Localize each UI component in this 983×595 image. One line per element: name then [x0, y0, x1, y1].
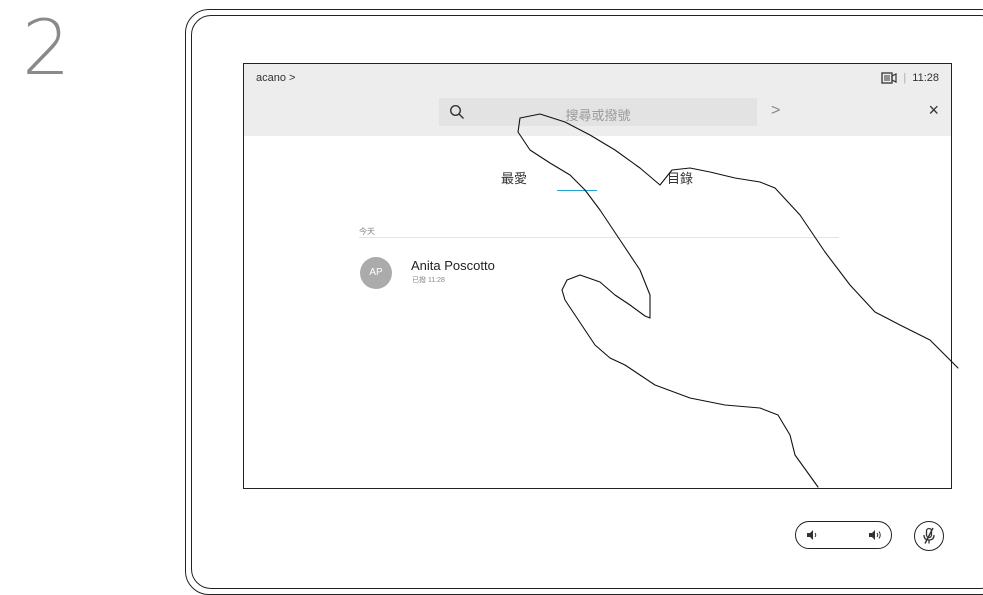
microphone-mute-icon: [923, 527, 935, 544]
volume-up-icon[interactable]: [868, 529, 882, 541]
volume-down-icon[interactable]: [806, 529, 818, 541]
hand-gesture-icon: [517, 113, 959, 488]
volume-control[interactable]: [795, 521, 892, 549]
mute-button[interactable]: [914, 521, 944, 551]
